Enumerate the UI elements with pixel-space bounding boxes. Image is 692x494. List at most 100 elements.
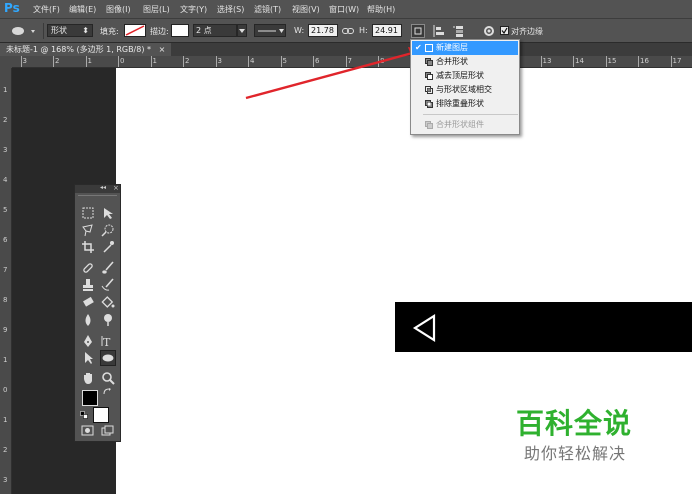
menu-type[interactable]: 文字(Y) bbox=[180, 4, 207, 15]
crop-tool-icon[interactable] bbox=[81, 240, 95, 254]
menu-item-new-layer[interactable]: ✔ 新建图层 bbox=[412, 41, 518, 55]
eraser-tool-icon[interactable] bbox=[81, 295, 95, 309]
ruler-tick-label: 13 bbox=[542, 57, 552, 65]
menu-window[interactable]: 窗口(W) bbox=[329, 4, 359, 15]
document-tab[interactable]: 未标题-1 @ 168% (多边形 1, RGB/8) * × bbox=[0, 43, 172, 56]
stroke-width-field[interactable]: 2 点 bbox=[193, 24, 237, 37]
ruler-tick-label: 5 bbox=[3, 206, 8, 214]
ruler-tick-label: 4 bbox=[3, 176, 8, 184]
check-icon: ✔ bbox=[415, 43, 422, 52]
swap-colors-icon[interactable] bbox=[103, 388, 112, 397]
ruler-tick-label: 14 bbox=[575, 57, 584, 65]
ruler-tick bbox=[53, 56, 54, 67]
close-icon[interactable]: × bbox=[113, 184, 119, 192]
eyedropper-tool-icon[interactable] bbox=[101, 240, 115, 254]
svg-text:T: T bbox=[103, 336, 111, 348]
menu-item-merge-components: 合并形状组件 bbox=[412, 118, 518, 132]
path-operations-menu: ✔ 新建图层 合并形状 减去顶层形状 与形状区域相交 排除重叠形状 合并形状组件 bbox=[410, 39, 520, 135]
ruler-tick bbox=[638, 56, 639, 67]
stroke-swatch[interactable] bbox=[171, 24, 189, 37]
menu-select[interactable]: 选择(S) bbox=[217, 4, 244, 15]
mode-select[interactable]: 形状 ⬍ bbox=[47, 24, 93, 37]
ruler-tick-label: 0 bbox=[120, 57, 125, 65]
menu-item-label: 新建图层 bbox=[436, 43, 468, 52]
ruler-tick-label: 1 bbox=[3, 416, 8, 424]
lasso-tool-icon[interactable] bbox=[81, 223, 95, 237]
menu-item-label: 排除重叠形状 bbox=[436, 99, 484, 108]
stroke-label: 描边: bbox=[150, 27, 169, 36]
menu-item-exclude-overlapping[interactable]: 排除重叠形状 bbox=[412, 97, 518, 111]
stroke-width-value: 2 点 bbox=[196, 26, 212, 35]
ruler-tick bbox=[573, 56, 574, 67]
tools-panel-header[interactable]: ◂◂ × bbox=[75, 184, 120, 193]
type-tool-icon[interactable]: T bbox=[101, 334, 115, 348]
marquee-tool-icon[interactable] bbox=[81, 206, 95, 220]
fill-swatch[interactable] bbox=[124, 24, 146, 37]
healing-brush-tool-icon[interactable] bbox=[81, 261, 95, 275]
spinner-icon: ⬍ bbox=[82, 26, 89, 35]
menu-item-label: 减去顶层形状 bbox=[436, 71, 484, 80]
ruler-tick-label: 8 bbox=[3, 296, 8, 304]
menu-item-label: 合并形状组件 bbox=[436, 120, 484, 129]
screen-mode-icon[interactable] bbox=[101, 425, 115, 437]
tool-preset-picker[interactable] bbox=[4, 23, 42, 38]
ruler-tick-label: 2 bbox=[185, 57, 190, 65]
watermark-slogan: 助你轻松解决 bbox=[524, 444, 627, 463]
ruler-tick-label: 1 bbox=[3, 86, 8, 94]
ruler-tick bbox=[85, 56, 87, 67]
black-rectangle-layer[interactable] bbox=[395, 302, 692, 352]
dodge-tool-icon[interactable] bbox=[101, 313, 115, 327]
align-edges-label: 对齐边缘 bbox=[511, 27, 543, 36]
check-icon bbox=[501, 27, 508, 35]
align-edges-checkbox[interactable] bbox=[500, 26, 509, 35]
hand-tool-icon[interactable] bbox=[81, 371, 95, 385]
intersect-shapes-icon bbox=[425, 86, 433, 94]
pen-tool-icon[interactable] bbox=[81, 334, 95, 348]
paint-bucket-tool-icon[interactable] bbox=[101, 295, 115, 309]
ellipse-tool-icon bbox=[102, 354, 114, 362]
clone-stamp-tool-icon[interactable] bbox=[81, 278, 95, 292]
menu-bar: Ps 文件(F) 编辑(E) 图像(I) 图层(L) 文字(Y) 选择(S) 滤… bbox=[0, 0, 692, 18]
menu-item-label: 合并形状 bbox=[436, 57, 468, 66]
ruler-tick-label: 1 bbox=[87, 57, 92, 65]
history-brush-tool-icon[interactable] bbox=[101, 278, 115, 292]
ruler-tick bbox=[183, 56, 184, 67]
vertical-ruler[interactable]: 12345678910123 bbox=[0, 68, 12, 494]
menu-filter[interactable]: 滤镜(T) bbox=[254, 4, 281, 15]
combine-shapes-icon bbox=[425, 58, 433, 66]
collapse-icon[interactable]: ◂◂ bbox=[100, 184, 106, 191]
ruler-tick-label: 2 bbox=[55, 57, 60, 65]
quick-mask-icon[interactable] bbox=[81, 425, 95, 437]
grip-divider bbox=[78, 195, 117, 196]
menu-help[interactable]: 帮助(H) bbox=[367, 4, 395, 15]
menu-item-label: 与形状区域相交 bbox=[436, 85, 492, 94]
menu-image[interactable]: 图像(I) bbox=[106, 4, 131, 15]
menu-edit[interactable]: 编辑(E) bbox=[69, 4, 96, 15]
menu-layer[interactable]: 图层(L) bbox=[143, 4, 170, 15]
menu-view[interactable]: 视图(V) bbox=[292, 4, 320, 15]
subtract-shape-icon bbox=[425, 72, 433, 80]
default-colors-icon[interactable] bbox=[80, 411, 89, 420]
background-color-swatch[interactable] bbox=[93, 407, 109, 423]
ellipse-tool-button[interactable] bbox=[100, 350, 116, 366]
foreground-color-swatch[interactable] bbox=[82, 390, 98, 406]
menu-item-combine-shapes[interactable]: 合并形状 bbox=[412, 55, 518, 69]
mode-value: 形状 bbox=[51, 26, 67, 35]
ruler-tick bbox=[605, 56, 607, 67]
ruler-tick bbox=[150, 56, 152, 67]
move-tool-icon[interactable] bbox=[101, 206, 115, 220]
menu-item-intersect-shapes[interactable]: 与形状区域相交 bbox=[412, 83, 518, 97]
zoom-tool-icon[interactable] bbox=[101, 371, 115, 385]
path-selection-tool-icon[interactable] bbox=[81, 351, 95, 365]
watermark-brand: 百科全说 bbox=[516, 407, 633, 440]
blur-tool-icon[interactable] bbox=[81, 313, 95, 327]
menu-item-subtract-front-shape[interactable]: 减去顶层形状 bbox=[412, 69, 518, 83]
brush-tool-icon[interactable] bbox=[101, 261, 115, 275]
ruler-tick-label: 9 bbox=[3, 326, 8, 334]
w-label: W: bbox=[294, 26, 305, 35]
menu-divider bbox=[423, 114, 518, 115]
menu-file[interactable]: 文件(F) bbox=[33, 4, 60, 15]
quick-selection-tool-icon[interactable] bbox=[101, 223, 115, 237]
ruler-tick bbox=[118, 56, 119, 67]
close-icon[interactable]: × bbox=[159, 45, 166, 54]
